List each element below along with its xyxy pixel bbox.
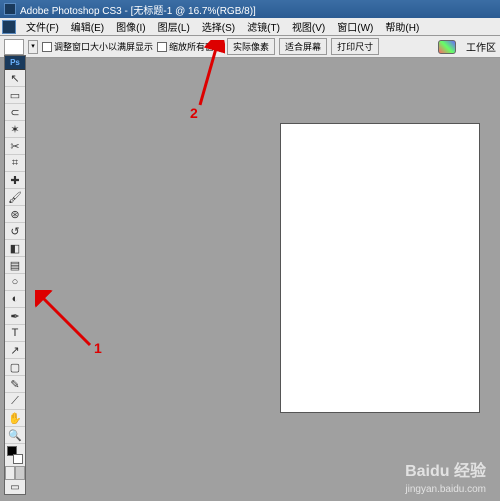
tool-preset-icon[interactable] xyxy=(4,39,24,55)
watermark-sub: jingyan.baidu.com xyxy=(405,484,486,495)
zoom-tool[interactable]: 🔍 xyxy=(5,427,25,444)
toolbox: Ps ↖▭⊂✶✂⌗✚🖌⊛↺◧▤○◐✒T↗▢✎⟋✋🔍 ▭ xyxy=(4,55,26,495)
brush-tool[interactable]: 🖌 xyxy=(5,189,25,206)
eraser-tool[interactable]: ◧ xyxy=(5,240,25,257)
resize-window-checkbox[interactable]: 调整窗口大小以满屏显示 xyxy=(42,40,153,53)
screen-mode-button[interactable]: ▭ xyxy=(5,480,25,494)
ps-logo-icon xyxy=(2,20,16,34)
app-icon xyxy=(4,3,16,15)
notes-tool[interactable]: ✎ xyxy=(5,376,25,393)
checkbox-icon xyxy=(157,42,167,52)
watermark-main: Baidu 经验 xyxy=(405,457,486,481)
preset-dropdown-icon[interactable]: ▾ xyxy=(28,40,38,54)
type-tool[interactable]: T xyxy=(5,325,25,342)
menu-help[interactable]: 帮助(H) xyxy=(379,19,425,34)
zoom-all-label: 缩放所有窗口 xyxy=(169,40,223,53)
path-tool[interactable]: ↗ xyxy=(5,342,25,359)
gradient-tool[interactable]: ▤ xyxy=(5,257,25,274)
healing-tool[interactable]: ✚ xyxy=(5,172,25,189)
hand-tool[interactable]: ✋ xyxy=(5,410,25,427)
move-tool[interactable]: ↖ xyxy=(5,70,25,87)
menu-select[interactable]: 选择(S) xyxy=(196,19,241,34)
workspace-label[interactable]: 工作区 xyxy=(466,39,496,54)
shape-tool[interactable]: ▢ xyxy=(5,359,25,376)
document-canvas[interactable] xyxy=(280,123,480,413)
menu-view[interactable]: 视图(V) xyxy=(286,19,331,34)
checkbox-icon xyxy=(42,42,52,52)
annotation-label-1: 1 xyxy=(94,340,102,356)
zoom-all-checkbox[interactable]: 缩放所有窗口 xyxy=(157,40,223,53)
color-swatch[interactable] xyxy=(5,444,25,466)
pen-tool[interactable]: ✒ xyxy=(5,308,25,325)
slice-tool[interactable]: ⌗ xyxy=(5,155,25,172)
annotation-label-2: 2 xyxy=(190,105,198,121)
wand-tool[interactable]: ✶ xyxy=(5,121,25,138)
menu-edit[interactable]: 编辑(E) xyxy=(65,19,110,34)
palette-icon[interactable] xyxy=(438,40,456,54)
menu-window[interactable]: 窗口(W) xyxy=(331,19,379,34)
history-brush[interactable]: ↺ xyxy=(5,223,25,240)
actual-pixels-button[interactable]: 实际像素 xyxy=(227,38,275,55)
stamp-tool[interactable]: ⊛ xyxy=(5,206,25,223)
window-title: Adobe Photoshop CS3 - [无标题-1 @ 16.7%(RGB… xyxy=(20,2,256,17)
lasso-tool[interactable]: ⊂ xyxy=(5,104,25,121)
marquee-tool[interactable]: ▭ xyxy=(5,87,25,104)
menu-bar: 文件(F) 编辑(E) 图像(I) 图层(L) 选择(S) 滤镜(T) 视图(V… xyxy=(0,18,500,36)
print-size-button[interactable]: 打印尺寸 xyxy=(331,38,379,55)
resize-window-label: 调整窗口大小以满屏显示 xyxy=(54,40,153,53)
blur-tool[interactable]: ○ xyxy=(5,274,25,291)
crop-tool[interactable]: ✂ xyxy=(5,138,25,155)
eyedropper[interactable]: ⟋ xyxy=(5,393,25,410)
dodge-tool[interactable]: ◐ xyxy=(5,291,25,308)
menu-filter[interactable]: 滤镜(T) xyxy=(241,19,286,34)
workspace-area xyxy=(28,58,500,501)
title-bar: Adobe Photoshop CS3 - [无标题-1 @ 16.7%(RGB… xyxy=(0,0,500,18)
options-bar: ▾ 调整窗口大小以满屏显示 缩放所有窗口 实际像素 适合屏幕 打印尺寸 工作区 xyxy=(0,36,500,58)
menu-layer[interactable]: 图层(L) xyxy=(152,19,196,34)
fit-screen-button[interactable]: 适合屏幕 xyxy=(279,38,327,55)
quick-mask-toggle[interactable] xyxy=(5,466,25,480)
background-color[interactable] xyxy=(13,454,23,464)
menu-image[interactable]: 图像(I) xyxy=(110,19,151,34)
menu-file[interactable]: 文件(F) xyxy=(20,19,65,34)
toolbox-header[interactable]: Ps xyxy=(5,56,25,70)
